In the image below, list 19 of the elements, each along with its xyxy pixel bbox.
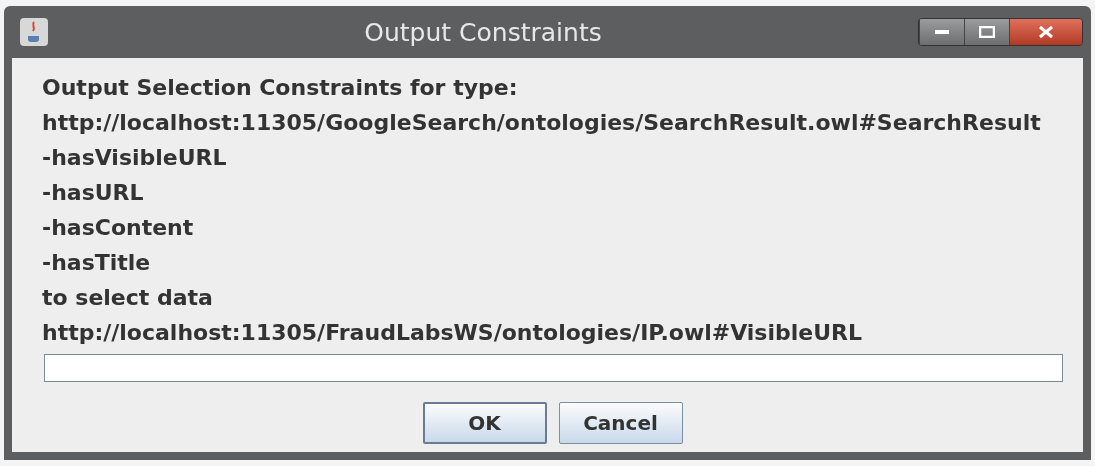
maximize-button[interactable] xyxy=(964,19,1009,45)
minimize-button[interactable] xyxy=(919,19,964,45)
maximize-icon xyxy=(979,26,995,38)
close-button[interactable] xyxy=(1009,19,1082,45)
message-line: Output Selection Constraints for type: xyxy=(42,74,518,102)
ok-button[interactable]: OK xyxy=(422,402,547,444)
message-line: -hasTitle xyxy=(42,249,151,277)
input-field[interactable] xyxy=(44,354,1063,382)
message-line: -hasURL xyxy=(42,179,144,207)
message-line: http://localhost:11305/FraudLabsWS/ontologies/IP.owl#VisibleURL xyxy=(42,319,863,347)
window-title: Output Constraints xyxy=(363,17,603,47)
close-icon xyxy=(1038,25,1054,39)
coffee-cup-icon xyxy=(20,18,48,46)
message-line: http://localhost:11305/GoogleSearch/ontologies/SearchResult.owl#SearchResult xyxy=(42,109,1041,137)
message-line: -hasContent xyxy=(42,214,194,242)
message-line: -hasVisibleURL xyxy=(42,144,227,172)
cancel-button[interactable]: Cancel xyxy=(558,402,683,444)
message-line: to select data xyxy=(42,284,213,312)
minimize-icon xyxy=(935,30,949,34)
